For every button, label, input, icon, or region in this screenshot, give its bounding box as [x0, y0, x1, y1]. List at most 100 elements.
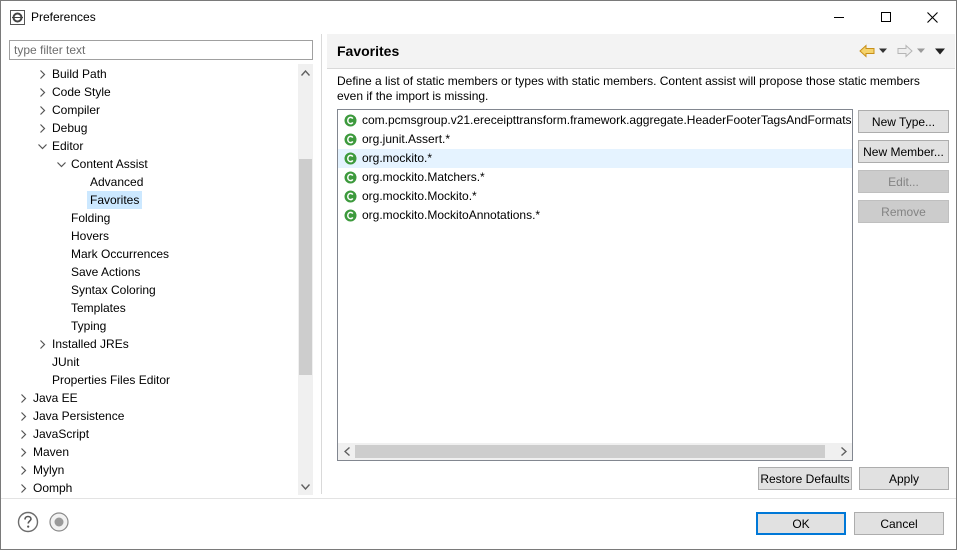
tree-item[interactable]: JUnit [9, 353, 294, 371]
collapsed-chevron-icon[interactable] [19, 466, 28, 475]
tree-item-label: Properties Files Editor [52, 373, 171, 387]
tree-item-label: Code Style [52, 85, 111, 99]
list-item[interactable]: org.mockito.Mockito.* [338, 187, 852, 206]
list-item[interactable]: com.pcmsgroup.v21.ereceipttransform.fram… [338, 111, 852, 130]
tree-item[interactable]: Java Persistence [9, 407, 294, 425]
tree-item[interactable]: Favorites [9, 191, 294, 209]
scroll-thumb[interactable] [355, 445, 825, 458]
scroll-down-arrow[interactable] [298, 478, 313, 495]
collapsed-chevron-icon[interactable] [19, 430, 28, 439]
favorite-entry: com.pcmsgroup.v21.ereceipttransform.fram… [362, 113, 853, 127]
list-item[interactable]: org.junit.Assert.* [338, 130, 852, 149]
tree-item[interactable]: Editor [9, 137, 294, 155]
list-item[interactable]: org.mockito.* [338, 149, 852, 168]
edit-button[interactable]: Edit... [858, 170, 949, 193]
new-member-button[interactable]: New Member... [858, 140, 949, 163]
tree-item-label: Installed JREs [52, 337, 129, 351]
record-macro-icon[interactable] [48, 511, 70, 533]
chevron-down-icon [301, 483, 310, 490]
filter-input[interactable] [9, 40, 313, 60]
chevron-up-icon [301, 69, 310, 76]
collapsed-chevron-icon[interactable] [38, 106, 47, 115]
favorite-entry: org.mockito.Mockito.* [362, 189, 477, 203]
new-type-button[interactable]: New Type... [858, 110, 949, 133]
close-button[interactable] [909, 1, 955, 33]
scroll-thumb[interactable] [299, 159, 312, 375]
minimize-button[interactable] [816, 1, 862, 33]
tree-item-label: Mylyn [33, 463, 65, 477]
forward-dropdown-icon[interactable] [917, 48, 925, 54]
scroll-left-arrow[interactable] [338, 443, 355, 460]
tree-item[interactable]: Mark Occurrences [9, 245, 294, 263]
tree-item[interactable]: Typing [9, 317, 294, 335]
class-icon [344, 114, 357, 127]
tree-item[interactable]: Content Assist [9, 155, 294, 173]
tree-item[interactable]: Maven [9, 443, 294, 461]
forward-arrow-icon[interactable] [897, 44, 913, 58]
favorite-entry: org.mockito.* [362, 151, 433, 165]
eclipse-preferences-icon [10, 10, 25, 25]
tree-item[interactable]: Advanced [9, 173, 294, 191]
collapsed-chevron-icon[interactable] [19, 484, 28, 493]
scroll-right-arrow[interactable] [835, 443, 852, 460]
collapsed-chevron-icon[interactable] [19, 394, 28, 403]
tree-vertical-scrollbar[interactable] [298, 64, 313, 495]
close-icon [926, 11, 938, 23]
expanded-chevron-icon[interactable] [38, 142, 47, 151]
tree-item-label: JavaScript [33, 427, 90, 441]
tree-item[interactable]: Compiler [9, 101, 294, 119]
tree-item[interactable]: Folding [9, 209, 294, 227]
list-item[interactable]: org.mockito.MockitoAnnotations.* [338, 206, 852, 225]
class-icon [344, 152, 357, 165]
maximize-button[interactable] [863, 1, 909, 33]
tree-item[interactable]: Properties Files Editor [9, 371, 294, 389]
help-icon[interactable] [17, 511, 39, 533]
remove-button[interactable]: Remove [858, 200, 949, 223]
favorite-entry: org.junit.Assert.* [362, 132, 451, 146]
tree-item[interactable]: Save Actions [9, 263, 294, 281]
scroll-up-arrow[interactable] [298, 64, 313, 81]
tree-item[interactable]: Templates [9, 299, 294, 317]
header-separator [327, 68, 955, 69]
history-navigation [859, 43, 945, 59]
back-arrow-icon[interactable] [859, 44, 875, 58]
tree-item[interactable]: Hovers [9, 227, 294, 245]
tree-item-label: Debug [52, 121, 88, 135]
tree-item[interactable]: JavaScript [9, 425, 294, 443]
tree-item[interactable]: Debug [9, 119, 294, 137]
tree-item[interactable]: Code Style [9, 83, 294, 101]
tree-item-label: Build Path [52, 67, 107, 81]
tree-item-label: Typing [71, 319, 107, 333]
tree-item[interactable]: Installed JREs [9, 335, 294, 353]
collapsed-chevron-icon[interactable] [38, 124, 47, 133]
tree-item[interactable]: Java EE [9, 389, 294, 407]
tree-item-label: Oomph [33, 481, 73, 495]
collapsed-chevron-icon[interactable] [19, 412, 28, 421]
tree-item[interactable]: Oomph [9, 479, 294, 495]
restore-defaults-button[interactable]: Restore Defaults [758, 467, 852, 490]
collapsed-chevron-icon[interactable] [38, 70, 47, 79]
tree-item-label: Folding [71, 211, 111, 225]
tree-item-label: Advanced [90, 175, 144, 189]
favorites-list[interactable]: com.pcmsgroup.v21.ereceipttransform.fram… [337, 109, 853, 461]
expanded-chevron-icon[interactable] [57, 160, 66, 169]
class-icon [344, 209, 357, 222]
cancel-button[interactable]: Cancel [854, 512, 944, 535]
favorites-horizontal-scrollbar[interactable] [338, 443, 852, 460]
tree-item-label: Favorites [87, 191, 143, 209]
tree-item[interactable]: Build Path [9, 65, 294, 83]
tree-item-label: Java EE [33, 391, 78, 405]
apply-button[interactable]: Apply [859, 467, 949, 490]
collapsed-chevron-icon[interactable] [38, 88, 47, 97]
back-dropdown-icon[interactable] [879, 48, 887, 54]
collapsed-chevron-icon[interactable] [38, 340, 47, 349]
tree-item[interactable]: Syntax Coloring [9, 281, 294, 299]
tree-item[interactable]: Mylyn [9, 461, 294, 479]
ok-button[interactable]: OK [756, 512, 846, 535]
list-item[interactable]: org.mockito.Matchers.* [338, 168, 852, 187]
view-menu-icon[interactable] [935, 48, 945, 55]
tree-item-label: JUnit [52, 355, 80, 369]
pane-divider[interactable] [321, 34, 322, 494]
collapsed-chevron-icon[interactable] [19, 448, 28, 457]
chevron-left-icon [343, 447, 350, 456]
